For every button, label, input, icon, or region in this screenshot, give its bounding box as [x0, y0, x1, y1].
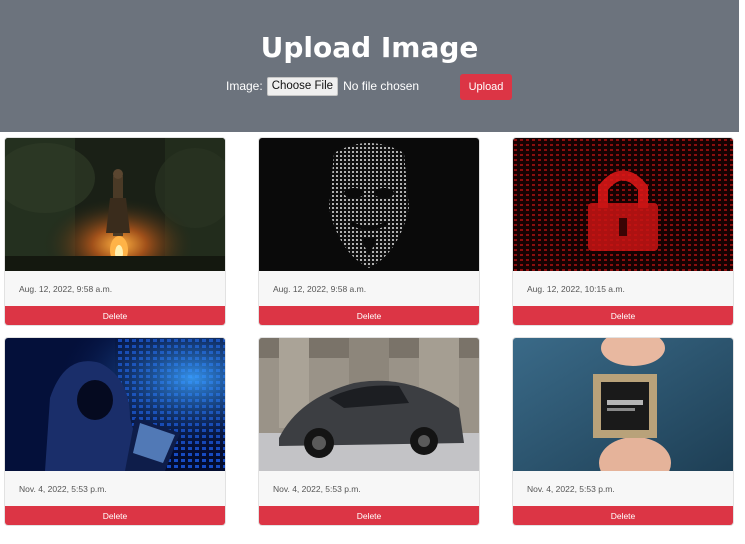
image-field-label: Image: [226, 79, 263, 93]
delete-button[interactable]: Delete [259, 506, 479, 525]
upload-button[interactable]: Upload [460, 74, 512, 100]
card-image [5, 138, 225, 271]
delete-button[interactable]: Delete [259, 306, 479, 325]
image-card: Nov. 4, 2022, 5:53 p.m. Delete [512, 337, 734, 526]
image-card: Nov. 4, 2022, 5:53 p.m. Delete [258, 337, 480, 526]
upload-date: Aug. 12, 2022, 10:15 a.m. [527, 284, 625, 294]
upload-date: Nov. 4, 2022, 5:53 p.m. [527, 484, 615, 494]
card-image [5, 338, 225, 471]
card-image [259, 138, 479, 271]
delete-button[interactable]: Delete [5, 306, 225, 325]
upload-date: Aug. 12, 2022, 9:58 a.m. [19, 284, 113, 294]
delete-button[interactable]: Delete [513, 306, 733, 325]
upload-date: Nov. 4, 2022, 5:53 p.m. [19, 484, 107, 494]
card-image [513, 338, 733, 471]
image-card: Nov. 4, 2022, 5:53 p.m. Delete [4, 337, 226, 526]
image-card: Aug. 12, 2022, 9:58 a.m. Delete [258, 137, 480, 326]
image-card: Aug. 12, 2022, 9:58 a.m. Delete [4, 137, 226, 326]
page-title: Upload Image [260, 31, 479, 64]
page-header: Upload Image Image: Choose File No file … [0, 0, 739, 132]
upload-date: Aug. 12, 2022, 9:58 a.m. [273, 284, 367, 294]
card-image [259, 338, 479, 471]
image-card: Aug. 12, 2022, 10:15 a.m. Delete [512, 137, 734, 326]
upload-form: Image: Choose File No file chosen [226, 76, 419, 96]
choose-file-button[interactable]: Choose File [266, 76, 339, 96]
file-status-text: No file chosen [343, 79, 420, 93]
upload-date: Nov. 4, 2022, 5:53 p.m. [273, 484, 361, 494]
delete-button[interactable]: Delete [513, 506, 733, 525]
card-image [513, 138, 733, 271]
delete-button[interactable]: Delete [5, 506, 225, 525]
